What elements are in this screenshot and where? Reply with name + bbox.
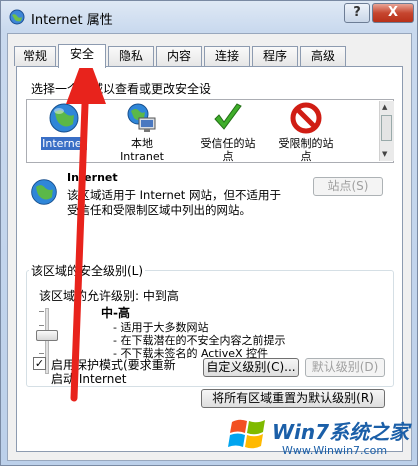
close-button[interactable]: X <box>372 3 414 23</box>
window-title: Internet 属性 <box>31 13 113 28</box>
internet-properties-window: Internet 属性 ? X 常规 安全 隐私 内容 连接 程序 高级 选择一… <box>0 0 418 466</box>
security-level-slider-thumb[interactable] <box>36 330 58 341</box>
zone-title: Internet <box>67 171 118 184</box>
selected-zone-globe-icon <box>31 179 57 205</box>
scroll-thumb[interactable] <box>381 115 392 141</box>
tab-content[interactable]: 内容 <box>156 46 202 66</box>
security-tab-panel: 选择一个区域以查看或更改安全设 Internet 本地 Intranet 受信任… <box>16 66 403 452</box>
slider-tick <box>39 325 44 326</box>
zone-internet-label: Internet <box>41 137 87 150</box>
default-level-button[interactable]: 默认级别(D) <box>305 358 385 377</box>
scroll-up-arrow-icon[interactable]: ▲ <box>382 103 387 111</box>
tab-advanced[interactable]: 高级 <box>300 46 346 66</box>
zone-description-line2: 受信任和受限制区域中列出的网站。 <box>67 203 251 217</box>
zone-local-intranet[interactable]: 本地 Intranet <box>107 102 177 163</box>
checkmark-icon <box>214 103 242 130</box>
zone-restricted-sites[interactable]: 受限制的站 点 <box>271 102 341 163</box>
title-bar[interactable]: Internet 属性 ? X <box>1 1 418 33</box>
zone-list[interactable]: Internet 本地 Intranet 受信任的站 点 受限制的站 点 ▲ ▼ <box>26 99 394 163</box>
tab-privacy[interactable]: 隐私 <box>108 46 154 66</box>
zone-description-line1: 该区域适用于 Internet 网站，但不适用于 <box>67 188 281 202</box>
tab-connections[interactable]: 连接 <box>204 46 250 66</box>
watermark-brand: Win7系统之家 <box>272 420 410 444</box>
windows-logo-icon <box>228 419 265 449</box>
protected-mode-label-line2: 启动 Internet <box>51 372 127 386</box>
zone-restricted-sites-label: 受限制的站 点 <box>278 137 334 163</box>
zone-prompt: 选择一个区域以查看或更改安全设 <box>31 82 212 96</box>
sites-button[interactable]: 站点(S) <box>313 177 383 196</box>
tab-programs[interactable]: 程序 <box>252 46 298 66</box>
tab-security[interactable]: 安全 <box>58 44 106 68</box>
zone-internet[interactable]: Internet <box>29 102 99 162</box>
watermark-url: Www.Winwin7.com <box>282 444 388 457</box>
zone-trusted-sites-label: 受信任的站 点 <box>200 137 256 163</box>
internet-options-icon <box>9 9 25 25</box>
dialog-client-area: 常规 安全 隐私 内容 连接 程序 高级 选择一个区域以查看或更改安全设 Int… <box>7 33 412 461</box>
scroll-down-arrow-icon[interactable]: ▼ <box>382 150 387 158</box>
slider-tick <box>39 311 44 312</box>
protected-mode-checkbox[interactable]: ✓ <box>33 357 46 370</box>
custom-level-button[interactable]: 自定义级别(C)... <box>203 358 299 377</box>
zone-trusted-sites[interactable]: 受信任的站 点 <box>193 102 263 163</box>
security-level-group-title: 该区域的安全级别(L) <box>29 262 146 279</box>
help-button[interactable]: ? <box>344 3 370 23</box>
restricted-icon <box>290 102 322 134</box>
zone-local-intranet-label: 本地 Intranet <box>120 137 164 163</box>
zone-list-scrollbar[interactable]: ▲ ▼ <box>379 101 394 161</box>
local-intranet-icon <box>127 103 156 132</box>
allowed-levels-text: 该区域的允许级别: 中到高 <box>39 289 179 303</box>
slider-tick <box>39 353 44 354</box>
watermark: Win7系统之家 Www.Winwin7.com <box>224 408 414 464</box>
globe-icon <box>49 103 79 133</box>
reset-all-zones-button[interactable]: 将所有区域重置为默认级别(R) <box>201 389 385 408</box>
tab-general[interactable]: 常规 <box>14 46 56 66</box>
